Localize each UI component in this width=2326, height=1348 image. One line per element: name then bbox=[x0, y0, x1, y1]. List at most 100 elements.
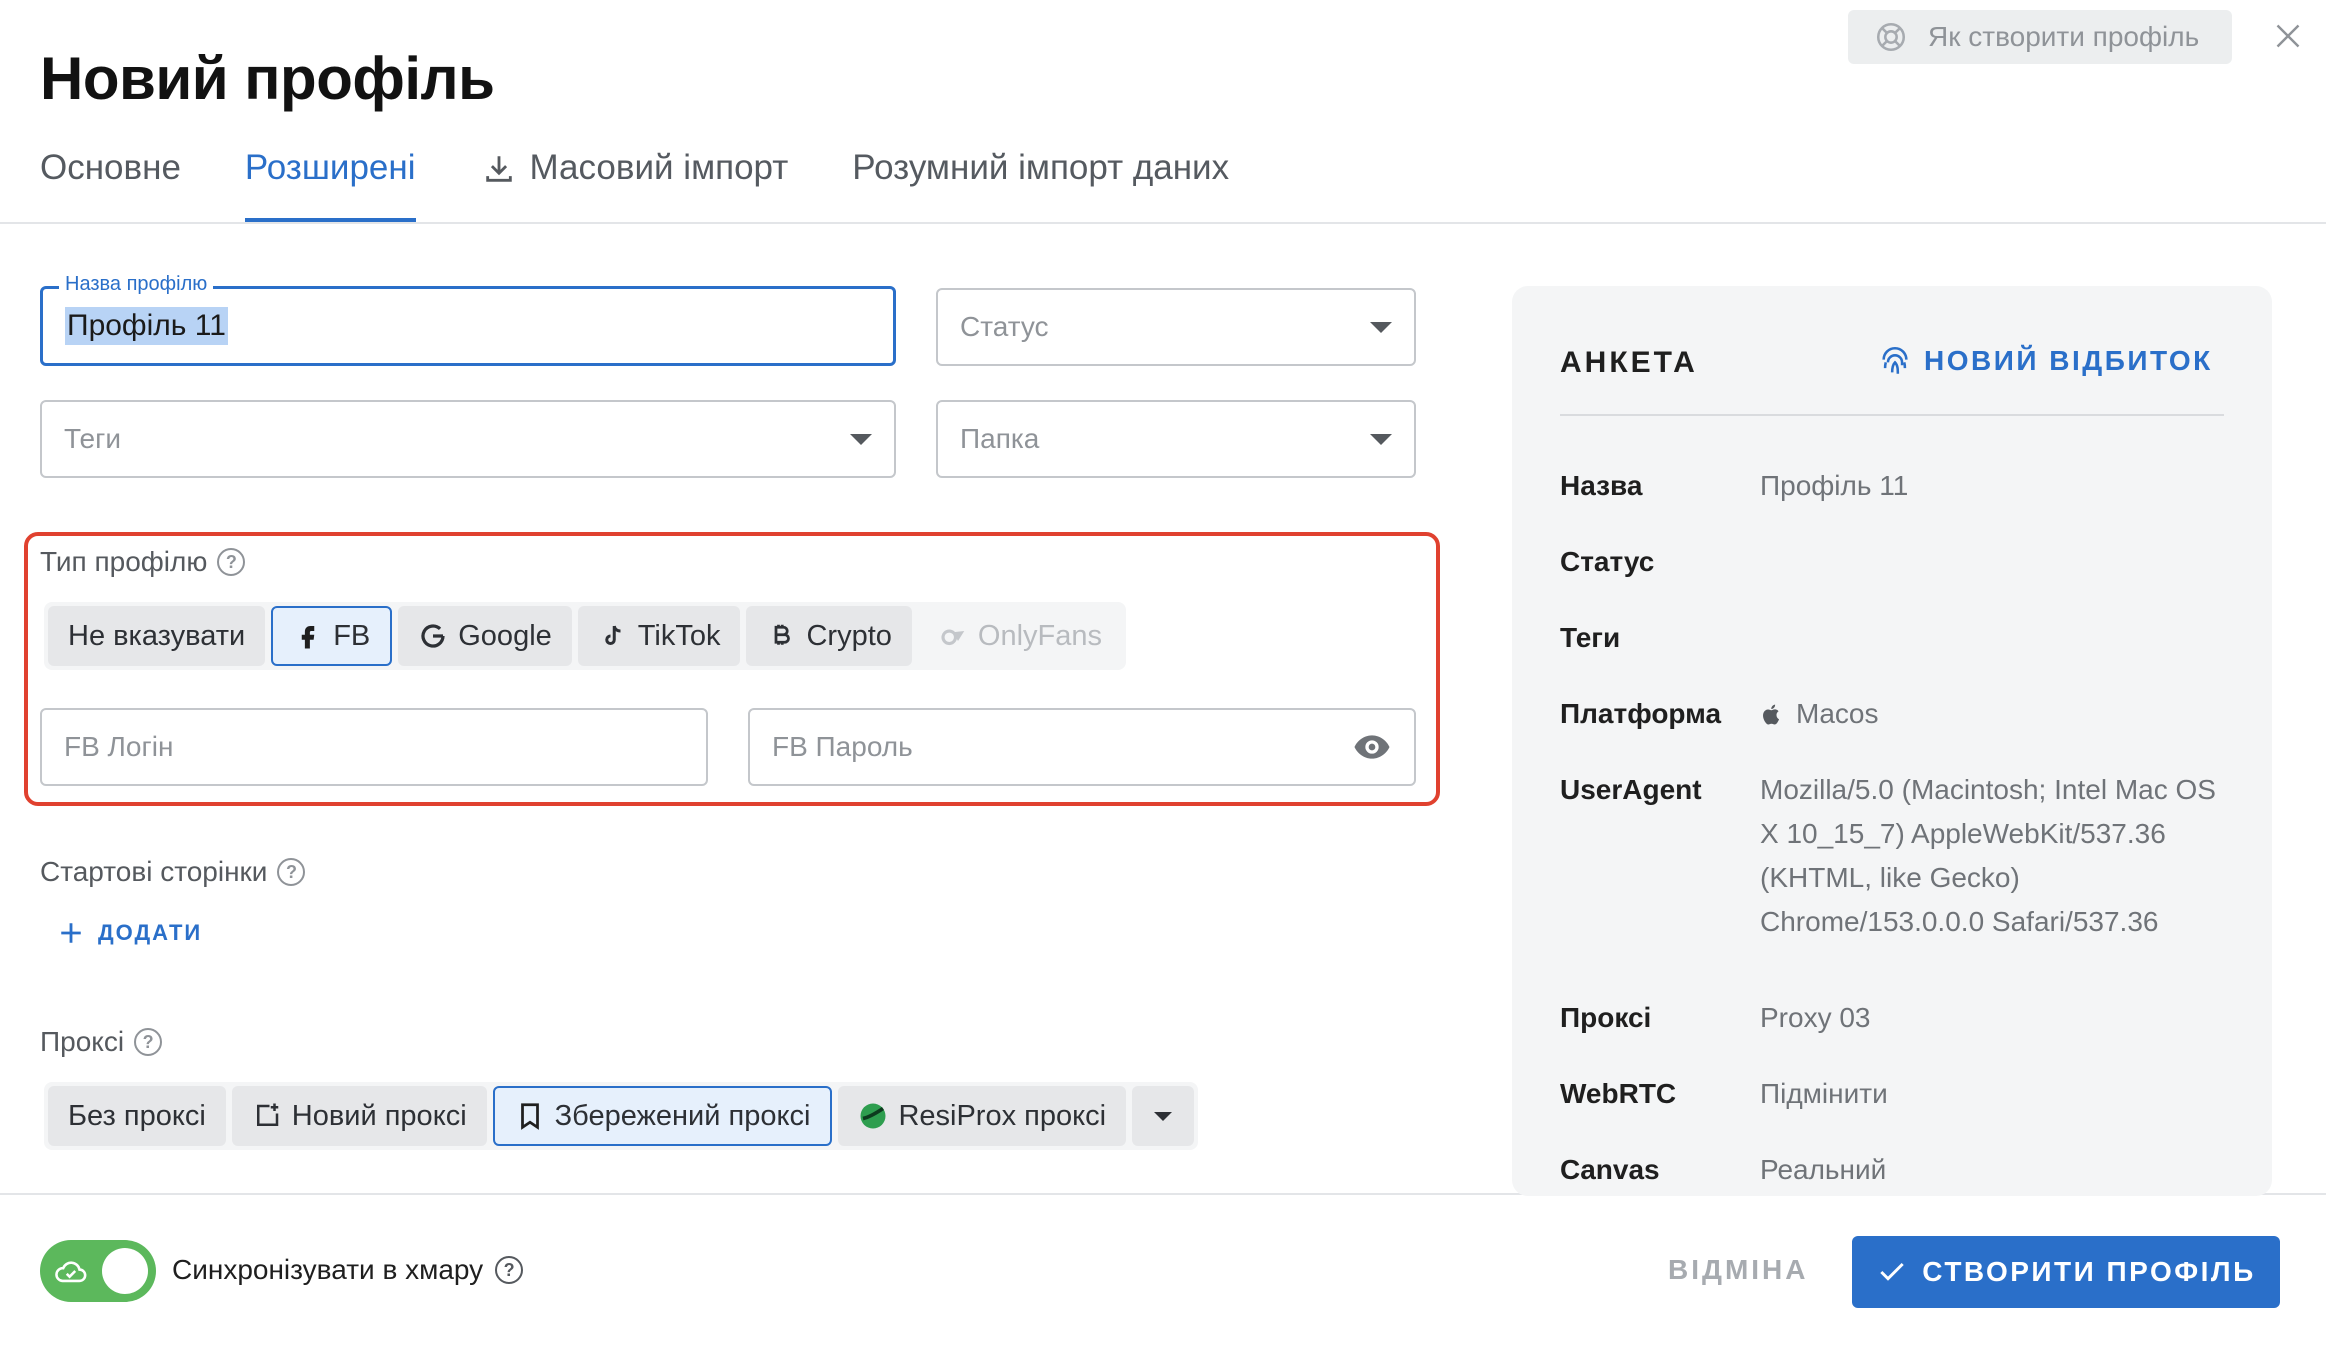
lifebuoy-icon bbox=[1876, 22, 1906, 52]
tab-smart-import-label: Розумний імпорт даних bbox=[852, 148, 1230, 187]
chip-label: Google bbox=[458, 619, 552, 652]
profile-name-label: Назва профілю bbox=[59, 273, 214, 296]
info-row-proxy: Проксі Proxy 03 bbox=[1560, 996, 2220, 1040]
info-key: WebRTC bbox=[1560, 1078, 1677, 1109]
tabs-divider bbox=[0, 222, 2326, 224]
info-value bbox=[1760, 540, 2220, 584]
proxy-dropdown-button[interactable] bbox=[1132, 1086, 1195, 1146]
chip-label: ResiProx проксі bbox=[898, 1099, 1107, 1132]
proxy-label: Проксі ? bbox=[40, 1026, 163, 1058]
cloud-sync-toggle[interactable] bbox=[40, 1240, 156, 1302]
tab-bulk-import-label: Масовий імпорт bbox=[529, 148, 789, 187]
fingerprint-icon bbox=[1882, 347, 1908, 374]
chip-label: Збережений проксі bbox=[554, 1099, 811, 1132]
fb-password-placeholder: FB Пароль bbox=[772, 731, 913, 762]
tags-placeholder: Теги bbox=[64, 423, 121, 454]
info-value: Mozilla/5.0 (Macintosh; Intel Mac OS X 1… bbox=[1760, 768, 2220, 944]
fb-login-placeholder: FB Логін bbox=[64, 731, 174, 762]
info-value-text: Mozilla/5.0 (Macintosh; Intel Mac OS X 1… bbox=[1760, 774, 2216, 937]
tab-basic[interactable]: Основне bbox=[40, 140, 181, 222]
info-key: Проксі bbox=[1560, 1002, 1652, 1033]
chip-label: Не вказувати bbox=[68, 619, 246, 652]
new-fingerprint-button[interactable]: НОВИЙ ВІДБИТОК bbox=[1878, 344, 2213, 378]
info-key: Статус bbox=[1560, 546, 1655, 577]
profile-type-google[interactable]: Google bbox=[398, 606, 572, 666]
help-icon[interactable]: ? bbox=[134, 1028, 163, 1056]
info-row-status: Статус bbox=[1560, 540, 2220, 584]
info-value-text: Proxy 03 bbox=[1760, 1002, 1871, 1033]
start-pages-label: Стартові сторінки ? bbox=[40, 856, 306, 888]
facebook-icon bbox=[301, 626, 315, 649]
status-select[interactable]: Статус bbox=[936, 288, 1416, 366]
help-icon[interactable]: ? bbox=[277, 858, 306, 886]
fb-login-input[interactable]: FB Логін bbox=[40, 708, 708, 786]
apple-icon bbox=[1763, 704, 1779, 725]
info-row-name: Назва Профіль 11 bbox=[1560, 464, 2220, 508]
tab-bar: Основне Розширені Масовий імпорт Розумни… bbox=[40, 140, 1229, 222]
help-icon[interactable]: ? bbox=[495, 1256, 524, 1284]
chevron-down-icon bbox=[1154, 1111, 1173, 1121]
new-proxy-icon bbox=[256, 1103, 279, 1126]
cloud-check-icon bbox=[55, 1261, 87, 1283]
folder-select[interactable]: Папка bbox=[936, 400, 1416, 478]
help-icon[interactable]: ? bbox=[217, 548, 246, 576]
proxy-saved[interactable]: Збережений проксі bbox=[492, 1086, 833, 1146]
info-row-useragent: UserAgent Mozilla/5.0 (Macintosh; Intel … bbox=[1560, 768, 2220, 944]
create-profile-button[interactable]: СТВОРИТИ ПРОФІЛЬ bbox=[1852, 1236, 2280, 1308]
proxy-new[interactable]: Новий проксі bbox=[231, 1086, 487, 1146]
panel-title: АНКЕТА bbox=[1560, 346, 1698, 379]
info-key: Назва bbox=[1560, 470, 1643, 501]
info-value: Реальний bbox=[1760, 1148, 2220, 1192]
profile-type-crypto[interactable]: Crypto bbox=[746, 606, 912, 666]
tags-select[interactable]: Теги bbox=[40, 400, 896, 478]
info-value: Профіль 11 bbox=[1760, 464, 2220, 508]
chevron-down-icon bbox=[1370, 321, 1392, 333]
cancel-button[interactable]: ВІДМІНА bbox=[1668, 1254, 1809, 1286]
info-value: Proxy 03 bbox=[1760, 996, 2220, 1040]
profile-type-tiktok[interactable]: TikTok bbox=[577, 606, 741, 666]
create-profile-label: СТВОРИТИ ПРОФІЛЬ bbox=[1922, 1256, 2256, 1287]
panel-divider bbox=[1560, 414, 2224, 416]
tab-advanced[interactable]: Розширені bbox=[244, 140, 416, 222]
info-value-text: Реальний bbox=[1760, 1154, 1887, 1185]
close-button[interactable] bbox=[2270, 18, 2306, 54]
fb-password-input[interactable]: FB Пароль bbox=[748, 708, 1416, 786]
info-row-platform: Платформа Macos bbox=[1560, 692, 2220, 736]
profile-type-onlyfans[interactable]: OnlyFans bbox=[917, 606, 1123, 666]
folder-placeholder: Папка bbox=[960, 423, 1040, 454]
cloud-sync-text: Синхронізувати в хмару bbox=[172, 1254, 484, 1285]
tab-bulk-import[interactable]: Масовий імпорт bbox=[482, 140, 789, 222]
profile-type-fb[interactable]: FB bbox=[271, 606, 393, 666]
tab-basic-label: Основне bbox=[40, 148, 181, 187]
add-start-page-button[interactable]: ДОДАТИ bbox=[58, 920, 202, 946]
info-row-canvas: Canvas Реальний bbox=[1560, 1148, 2220, 1192]
chip-label: OnlyFans bbox=[977, 619, 1103, 652]
proxy-chips: Без проксі Новий проксі Збережений прокс… bbox=[44, 1082, 1199, 1150]
info-key: UserAgent bbox=[1560, 774, 1702, 805]
profile-type-chips: Не вказувати FB Google TikTok Crypto Onl… bbox=[44, 602, 1127, 670]
check-icon bbox=[1880, 1262, 1905, 1281]
how-to-create-button[interactable]: Як створити профіль bbox=[1848, 10, 2232, 64]
profile-summary-panel: АНКЕТА НОВИЙ ВІДБИТОК Назва Профіль 11 С… bbox=[1512, 286, 2272, 1196]
info-value bbox=[1760, 616, 2220, 660]
proxy-label-text: Проксі bbox=[40, 1026, 125, 1057]
profile-type-label-text: Тип профілю bbox=[40, 546, 208, 577]
chevron-down-icon bbox=[1370, 433, 1392, 445]
profile-type-none[interactable]: Не вказувати bbox=[48, 606, 266, 666]
resiprox-icon bbox=[860, 1103, 886, 1129]
profile-name-field[interactable]: Назва профілю Профіль 11 bbox=[40, 273, 896, 366]
eye-icon[interactable] bbox=[1352, 727, 1392, 767]
info-value: Підмінити bbox=[1760, 1072, 2220, 1116]
info-key: Платформа bbox=[1560, 698, 1722, 729]
proxy-none[interactable]: Без проксі bbox=[48, 1086, 226, 1146]
chip-label: Crypto bbox=[806, 619, 892, 652]
tab-smart-import[interactable]: Розумний імпорт даних bbox=[852, 140, 1229, 222]
chip-label: FB bbox=[333, 619, 371, 652]
proxy-resiprox[interactable]: ResiProx проксі bbox=[838, 1086, 1127, 1146]
info-value-text: Macos bbox=[1796, 698, 1879, 729]
profile-type-label: Тип профілю ? bbox=[40, 546, 246, 578]
info-value-text: Підмінити bbox=[1760, 1078, 1888, 1109]
page-title: Новий профіль bbox=[40, 45, 495, 112]
onlyfans-icon bbox=[941, 629, 965, 646]
info-row-tags: Теги bbox=[1560, 616, 2220, 660]
